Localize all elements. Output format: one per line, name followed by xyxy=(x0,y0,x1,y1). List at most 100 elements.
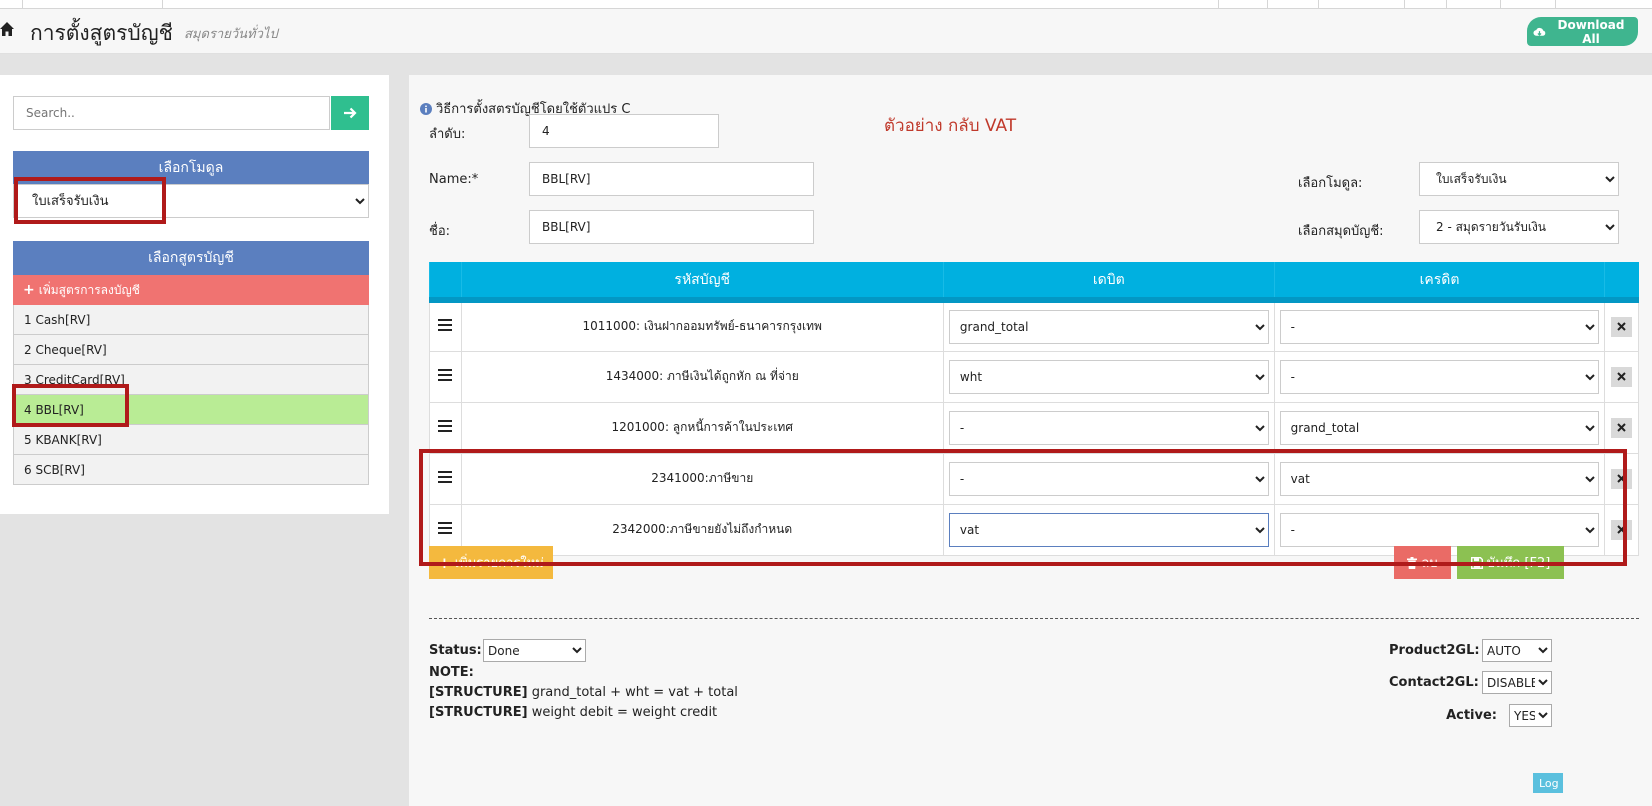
delete-row-button[interactable] xyxy=(1611,519,1633,540)
download-all-button[interactable]: Download All xyxy=(1527,17,1638,46)
close-icon xyxy=(1617,322,1626,331)
table-row: 1434000: ภาษีเงินได้ถูกหัก ณ ที่จ่าย wht… xyxy=(429,350,1639,403)
contact2gl-label: Contact2GL: xyxy=(1389,675,1479,690)
formula-item[interactable]: 3 CreditCard[RV] xyxy=(13,365,369,395)
page-title: การตั้งสูตรบัญชี xyxy=(30,21,173,45)
save-button[interactable]: บันทึก [F2] xyxy=(1457,546,1564,579)
drag-handle-icon xyxy=(438,420,453,432)
table-header-handle xyxy=(429,262,462,303)
book-label: เลือกสมุดบัญชี: xyxy=(1298,224,1384,239)
search-input[interactable] xyxy=(13,96,330,130)
debit-cell: grand_total xyxy=(942,299,1275,352)
credit-cell: grand_total xyxy=(1273,401,1606,454)
credit-select[interactable]: grand_total xyxy=(1279,410,1600,445)
debit-select[interactable]: wht xyxy=(948,359,1269,394)
divider xyxy=(429,618,1639,619)
add-formula-button[interactable]: + เพิ่มสูตรการลงบัญชี xyxy=(13,275,369,305)
table-row: 1011000: เงินฝากออมทรัพย์-ธนาคารกรุงเทพ … xyxy=(429,299,1639,352)
table-header-row: รหัสบัญชี เดบิต เครดิต xyxy=(429,262,1639,303)
credit-cell: - xyxy=(1273,350,1606,403)
delete-row-button[interactable] xyxy=(1611,316,1633,337)
top-divider xyxy=(162,0,163,9)
module-label: เลือกโมดูล: xyxy=(1298,176,1363,191)
delete-row-button[interactable] xyxy=(1611,417,1633,438)
drag-handle-icon xyxy=(438,319,453,332)
thai-name-field[interactable] xyxy=(529,210,814,244)
debit-cell: vat xyxy=(942,503,1275,556)
download-all-label: Download All xyxy=(1557,17,1625,46)
product2gl-select[interactable]: AUTO xyxy=(1482,639,1552,662)
structure-tag: [STRUCTURE] xyxy=(429,685,528,700)
debit-select[interactable]: vat xyxy=(948,512,1269,547)
formula-item[interactable]: 5 KBANK[RV] xyxy=(13,425,369,455)
drag-handle[interactable] xyxy=(429,401,462,454)
home-icon[interactable] xyxy=(0,21,14,37)
credit-cell: vat xyxy=(1273,452,1606,505)
credit-select[interactable]: - xyxy=(1279,359,1600,394)
status-label: Status: xyxy=(429,643,482,658)
structure-line-2: [STRUCTURE] weight debit = weight credit xyxy=(429,705,717,720)
account-cell: 2341000:ภาษีขาย xyxy=(460,452,944,505)
top-divider xyxy=(1500,0,1501,9)
delete-row-button[interactable] xyxy=(1611,366,1633,387)
search-button[interactable] xyxy=(331,96,369,130)
order-field[interactable] xyxy=(529,114,719,148)
journal-table: รหัสบัญชี เดบิต เครดิต 1011000: เงินฝากอ… xyxy=(429,262,1639,556)
close-icon xyxy=(1617,372,1626,381)
structure-formula: grand_total + wht = vat + total xyxy=(531,685,738,700)
delete-row-button[interactable] xyxy=(1611,468,1633,489)
top-divider xyxy=(1446,0,1447,9)
arrow-right-icon xyxy=(344,107,357,119)
name-field[interactable] xyxy=(529,162,814,196)
formula-heading: เลือกสูตรบัญชี xyxy=(13,241,369,275)
delete-cell xyxy=(1604,401,1639,454)
debit-select[interactable]: grand_total xyxy=(948,309,1269,344)
top-divider xyxy=(1267,0,1268,9)
debit-cell: - xyxy=(942,452,1275,505)
top-divider xyxy=(1218,0,1219,9)
top-divider xyxy=(1404,0,1405,9)
top-divider xyxy=(1318,0,1319,9)
page-subtitle: สมุดรายวันทั่วไป xyxy=(184,27,278,42)
close-icon xyxy=(1617,423,1626,432)
status-select[interactable]: Done xyxy=(483,639,586,662)
debit-select[interactable]: - xyxy=(948,461,1269,496)
plus-icon: + xyxy=(23,282,35,298)
formula-item[interactable]: 2 Cheque[RV] xyxy=(13,335,369,365)
debit-select[interactable]: - xyxy=(948,410,1269,445)
log-button[interactable]: Log xyxy=(1533,773,1563,793)
table-row: 1201000: ลูกหนี้การค้าในประเทศ - grand_t… xyxy=(429,401,1639,454)
book-select[interactable]: 2 - สมุดรายวันรับเงิน xyxy=(1419,210,1619,244)
table-header-account: รหัสบัญชี xyxy=(460,262,944,303)
credit-cell: - xyxy=(1273,299,1606,352)
drag-handle[interactable] xyxy=(429,299,462,352)
delete-cell xyxy=(1604,299,1639,352)
add-row-button[interactable]: + เพิ่มรายการใหม่ xyxy=(429,546,553,579)
drag-handle-icon xyxy=(438,471,453,483)
delete-label: ลบ xyxy=(1421,556,1438,571)
formula-item[interactable]: 1 Cash[RV] xyxy=(13,305,369,335)
credit-select[interactable]: vat xyxy=(1279,461,1600,496)
module-select-main[interactable]: ใบเสร็จรับเงิน xyxy=(1419,162,1619,196)
module-select[interactable]: ใบเสร็จรับเงิน xyxy=(13,184,369,218)
delete-formula-button[interactable]: ลบ xyxy=(1394,546,1451,579)
name-label: Name:* xyxy=(429,172,479,187)
table-row: 2341000:ภาษีขาย - vat xyxy=(429,452,1639,505)
drag-handle[interactable] xyxy=(429,350,462,403)
main-panel: วิธีการตั้งสตรบัญชีโดยใช้ตัวแปร C ตัวอย่… xyxy=(409,75,1652,806)
top-strip xyxy=(0,0,1652,9)
formula-item-active[interactable]: 4 BBL[RV] xyxy=(13,395,369,425)
debit-cell: wht xyxy=(942,350,1275,403)
trash-icon xyxy=(1407,556,1418,569)
note-label: NOTE: xyxy=(429,665,474,680)
product2gl-label: Product2GL: xyxy=(1389,643,1480,658)
order-label: ลำดับ: xyxy=(429,127,466,142)
table-header-credit: เครดิต xyxy=(1273,262,1605,303)
drag-handle[interactable] xyxy=(429,452,462,505)
active-select[interactable]: YES xyxy=(1509,704,1552,727)
credit-select[interactable]: - xyxy=(1279,309,1600,344)
credit-select[interactable]: - xyxy=(1279,512,1600,547)
contact2gl-select[interactable]: DISABLE xyxy=(1482,671,1552,694)
delete-cell xyxy=(1604,503,1639,556)
formula-item[interactable]: 6 SCB[RV] xyxy=(13,455,369,485)
